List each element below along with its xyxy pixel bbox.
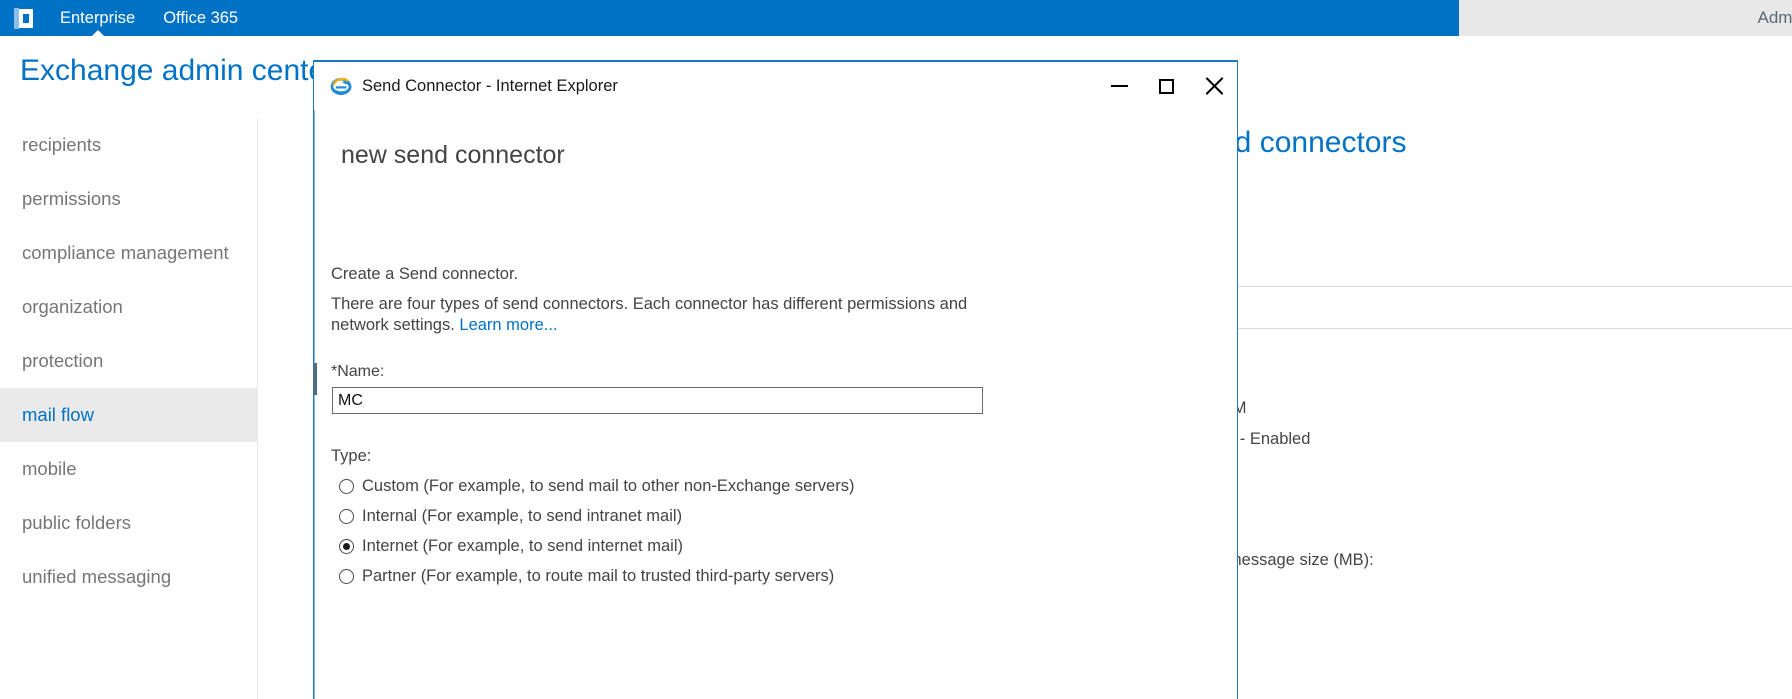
sidebar-item-label: compliance management (22, 242, 229, 263)
sidebar-item-label: organization (22, 296, 123, 317)
suite-bar-left: Enterprise Office 365 (0, 0, 1459, 36)
suite-link-enterprise-label: Enterprise (60, 8, 136, 27)
sidebar: recipients permissions compliance manage… (0, 118, 258, 699)
dialog-paragraph-2-text: There are four types of send connectors.… (331, 295, 968, 334)
sidebar-item-recipients[interactable]: recipients (0, 118, 257, 172)
minimize-button[interactable] (1096, 62, 1143, 110)
radio-option-internal[interactable]: Internal (For example, to send intranet … (339, 501, 854, 531)
suite-bar-account-area[interactable]: Administrato (1459, 0, 1792, 36)
dialog-left-accent (313, 363, 317, 395)
account-name-label: Administrato (1757, 8, 1792, 27)
radio-option-internet[interactable]: Internet (For example, to send internet … (339, 531, 854, 561)
name-field-label: *Name: (331, 363, 385, 380)
sidebar-item-unified-messaging[interactable]: unified messaging (0, 550, 257, 604)
window-controls (1096, 62, 1237, 110)
radio-option-label: Partner (For example, to route mail to t… (362, 566, 835, 585)
suite-link-office365[interactable]: Office 365 (149, 0, 252, 36)
dialog-paragraph-1: Create a Send connector. (331, 265, 519, 283)
suite-link-office365-label: Office 365 (163, 8, 239, 27)
radio-option-partner[interactable]: Partner (For example, to route mail to t… (339, 561, 854, 591)
sidebar-item-label: permissions (22, 188, 121, 209)
suite-bar: Enterprise Office 365 Administrato (0, 0, 1792, 36)
name-input[interactable] (332, 387, 983, 414)
sidebar-item-label: mail flow (22, 404, 94, 425)
type-field-label: Type: (331, 447, 372, 465)
radio-option-label: Internal (For example, to send intranet … (362, 506, 683, 525)
sidebar-item-organization[interactable]: organization (0, 280, 257, 334)
internet-explorer-icon (330, 75, 352, 97)
sidebar-item-public-folders[interactable]: public folders (0, 496, 257, 550)
sidebar-item-label: mobile (22, 458, 77, 479)
maximize-button[interactable] (1143, 62, 1190, 110)
type-radio-group: Custom (For example, to send mail to oth… (339, 471, 854, 591)
dialog-body: new send connector Create a Send connect… (313, 110, 1237, 699)
minimize-icon (1111, 85, 1128, 87)
learn-more-link[interactable]: Learn more... (459, 316, 557, 334)
sidebar-item-label: protection (22, 350, 104, 371)
sidebar-item-compliance-management[interactable]: compliance management (0, 226, 257, 280)
suite-link-enterprise[interactable]: Enterprise (46, 0, 149, 36)
radio-button-icon (339, 508, 354, 524)
close-button[interactable] (1190, 62, 1237, 110)
sidebar-item-mobile[interactable]: mobile (0, 442, 257, 496)
radio-button-selected-icon (339, 538, 354, 554)
sidebar-item-label: public folders (22, 512, 132, 533)
radio-option-label: Custom (For example, to send mail to oth… (362, 476, 855, 495)
dialog-window-title: Send Connector - Internet Explorer (362, 76, 618, 95)
maximize-icon (1159, 78, 1174, 94)
radio-option-custom[interactable]: Custom (For example, to send mail to oth… (339, 471, 854, 501)
radio-button-icon (339, 568, 354, 584)
sidebar-item-mail-flow[interactable]: mail flow (0, 388, 257, 442)
sidebar-item-label: recipients (22, 134, 102, 155)
dialog-left-rule (314, 110, 315, 699)
office-logo-icon[interactable] (0, 0, 46, 36)
sidebar-item-permissions[interactable]: permissions (0, 172, 257, 226)
dialog-titlebar[interactable]: Send Connector - Internet Explorer (314, 62, 1237, 110)
content-heading: nd connectors (1218, 126, 1407, 159)
radio-button-icon (339, 478, 354, 494)
radio-option-label: Internet (For example, to send internet … (362, 536, 683, 555)
page-title: Exchange admin center (20, 54, 336, 87)
office-logo-glyph (13, 7, 33, 29)
sidebar-item-protection[interactable]: protection (0, 334, 257, 388)
dialog-paragraph-2: There are four types of send connectors.… (331, 294, 1011, 336)
close-icon (1204, 76, 1224, 96)
sidebar-item-label: unified messaging (22, 566, 172, 587)
dialog-heading: new send connector (341, 141, 565, 169)
send-connector-dialog: Send Connector - Internet Explorer new s… (313, 60, 1238, 699)
